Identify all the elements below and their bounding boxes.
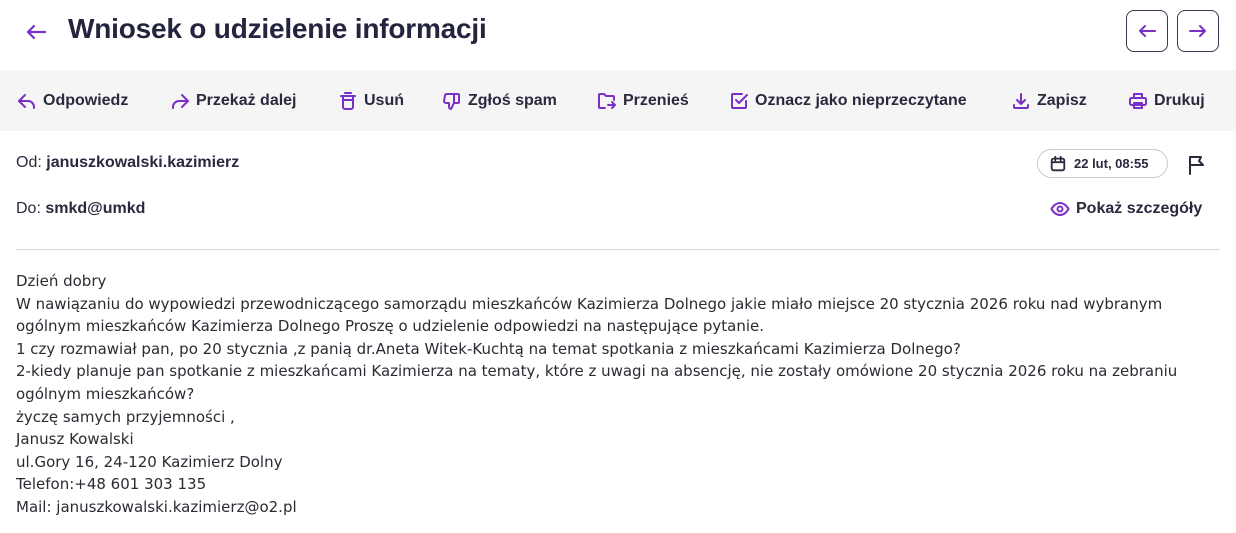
move-folder-icon bbox=[598, 92, 616, 109]
move-button[interactable]: Przenieś bbox=[597, 70, 689, 131]
printer-icon bbox=[1129, 92, 1147, 109]
save-label: Zapisz bbox=[1037, 91, 1087, 109]
reply-label: Odpowiedz bbox=[43, 91, 129, 109]
eye-icon bbox=[1050, 202, 1070, 216]
from-label: Od: bbox=[16, 154, 42, 171]
reply-icon bbox=[18, 93, 35, 109]
print-button[interactable]: Drukuj bbox=[1128, 70, 1205, 131]
recipient-address[interactable]: smkd@umkd bbox=[45, 200, 145, 217]
date-badge: 22 lut, 08:55 bbox=[1037, 149, 1168, 178]
body-line: 1 czy rozmawiał pan, po 20 stycznia ,z p… bbox=[16, 339, 961, 358]
page-title: Wniosek o udzielenie informacji bbox=[68, 13, 487, 44]
forward-icon bbox=[172, 93, 189, 109]
calendar-icon bbox=[1050, 155, 1066, 171]
flag-icon bbox=[1189, 156, 1204, 175]
body-line: ogólnym mieszkańców Kazimierza Dolnego P… bbox=[16, 317, 765, 336]
forward-label: Przekaż dalej bbox=[196, 91, 297, 109]
show-details-button[interactable]: Pokaż szczegóły bbox=[1050, 199, 1202, 219]
thumbs-down-icon bbox=[443, 92, 460, 110]
from-row: Od: januszkowalski.kazimierz bbox=[16, 154, 239, 172]
header: Wniosek o udzielenie informacji bbox=[0, 0, 1236, 70]
delete-button[interactable]: Usuń bbox=[338, 70, 404, 131]
mark-unread-icon bbox=[731, 92, 748, 109]
body-line: Janusz Kowalski bbox=[16, 430, 134, 449]
arrow-right-icon bbox=[1189, 25, 1206, 37]
next-message-button[interactable] bbox=[1177, 10, 1219, 52]
previous-message-button[interactable] bbox=[1126, 10, 1168, 52]
show-details-label: Pokaż szczegóły bbox=[1076, 200, 1203, 217]
sender-address[interactable]: januszkowalski.kazimierz bbox=[46, 154, 239, 171]
body-line: Telefon:+48 601 303 135 bbox=[16, 475, 207, 494]
body-line: życzę samych przyjemności , bbox=[16, 407, 235, 426]
to-label: Do: bbox=[16, 200, 41, 217]
body-line: ogólnym mieszkańców? bbox=[16, 384, 195, 403]
forward-button[interactable]: Przekaż dalej bbox=[170, 70, 297, 131]
body-line: 2-kiedy planuje pan spotkanie z mieszkań… bbox=[16, 362, 1178, 381]
divider bbox=[16, 249, 1220, 250]
print-label: Drukuj bbox=[1154, 91, 1205, 109]
arrow-left-icon bbox=[26, 24, 47, 40]
message-toolbar: Odpowiedz Przekaż dalej Usuń Zgłoś spam … bbox=[0, 70, 1236, 131]
delete-label: Usuń bbox=[364, 91, 404, 109]
body-line: W nawiązaniu do wypowiedzi przewodnicząc… bbox=[16, 294, 1163, 313]
body-line: Dzień dobry bbox=[16, 272, 107, 290]
body-line: Mail: januszkowalski.kazimierz@o2.pl bbox=[16, 497, 297, 516]
to-row: Do: smkd@umkd bbox=[16, 200, 145, 218]
arrow-left-icon bbox=[1139, 25, 1156, 37]
report-spam-button[interactable]: Zgłoś spam bbox=[442, 70, 557, 131]
back-button[interactable] bbox=[20, 18, 52, 46]
trash-icon bbox=[340, 91, 356, 110]
flag-button[interactable] bbox=[1186, 153, 1210, 177]
body-line: ul.Gory 16, 24-120 Kazimierz Dolny bbox=[16, 452, 283, 471]
download-icon bbox=[1013, 92, 1029, 109]
mark-unread-label: Oznacz jako nieprzeczytane bbox=[755, 91, 967, 109]
message-date: 22 lut, 08:55 bbox=[1074, 156, 1149, 171]
move-label: Przenieś bbox=[623, 91, 689, 109]
mark-unread-button[interactable]: Oznacz jako nieprzeczytane bbox=[729, 70, 967, 131]
report-spam-label: Zgłoś spam bbox=[468, 91, 557, 109]
reply-button[interactable]: Odpowiedz bbox=[17, 70, 128, 131]
message-body: Dzień dobry W nawiązaniu do wypowiedzi p… bbox=[16, 270, 1220, 519]
save-button[interactable]: Zapisz bbox=[1011, 70, 1087, 131]
